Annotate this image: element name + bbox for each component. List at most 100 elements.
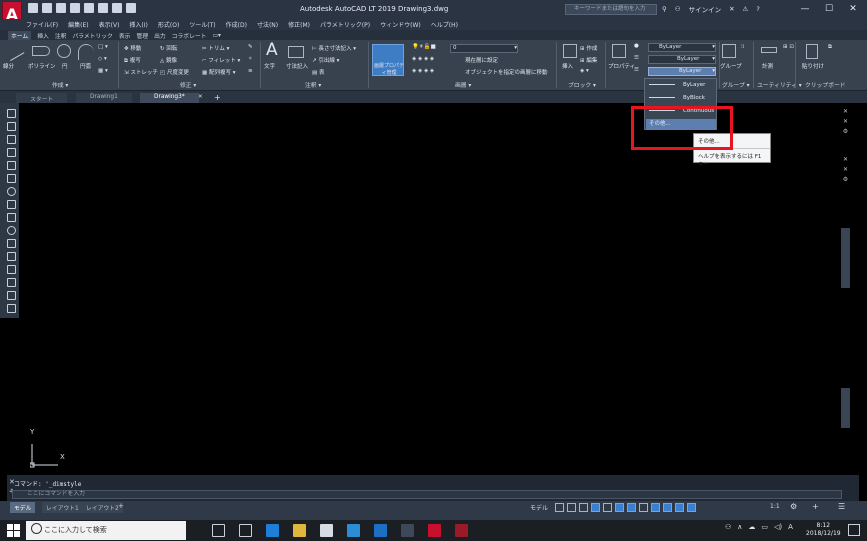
close-icon[interactable]: ✕ xyxy=(841,156,850,163)
add-layout-button[interactable]: + xyxy=(118,502,124,510)
menu-view[interactable]: 表示(V) xyxy=(99,20,120,29)
lineweight-icon[interactable]: ☰ xyxy=(634,55,639,61)
close-button[interactable]: ✕ xyxy=(841,2,865,16)
panel-title-annotation[interactable]: 注釈 ▾ xyxy=(305,80,321,89)
tab-collaborate[interactable]: コラボレート xyxy=(172,31,207,40)
windows-start-icon[interactable] xyxy=(7,524,20,537)
binoculars-icon[interactable]: ⚲ xyxy=(662,5,667,13)
close-icon[interactable]: ✕ xyxy=(841,108,850,115)
pin-icon[interactable]: ✕ xyxy=(841,118,850,125)
doc-tab-drawing1[interactable]: Drawing1 xyxy=(76,93,132,103)
scale-tool[interactable]: ◰ 尺度変更 xyxy=(160,68,189,76)
array-tool[interactable]: ▦ 配列複写 ▾ xyxy=(202,68,235,76)
model-space-button[interactable]: モデル xyxy=(530,503,548,512)
annotation-monitor-icon[interactable]: + xyxy=(812,502,819,511)
menu-parametric[interactable]: パラメトリック(P) xyxy=(320,20,370,29)
clipboard-icon[interactable] xyxy=(806,44,818,59)
region-icon[interactable] xyxy=(7,291,16,300)
annotation-scale[interactable]: 1:1 xyxy=(770,503,780,510)
dimension-icon[interactable] xyxy=(288,46,304,58)
group-tool[interactable]: グループ xyxy=(720,62,742,70)
rectangle-icon[interactable] xyxy=(7,161,16,170)
copy-clip-icon[interactable]: ⧉ xyxy=(828,44,832,51)
print-icon[interactable] xyxy=(84,3,94,13)
taskbar-clock[interactable]: 8:12 2018/12/19 xyxy=(806,522,841,538)
polyline-icon[interactable] xyxy=(32,46,50,56)
rotate-tool[interactable]: ↻ 回転 xyxy=(160,44,177,52)
match-properties-icon[interactable] xyxy=(612,44,626,58)
line-icon[interactable] xyxy=(7,109,16,118)
panel-title-block[interactable]: ブロック ▾ xyxy=(568,80,596,89)
color-dropdown[interactable]: ByLayer ▾ xyxy=(648,43,716,52)
set-current-layer-tool[interactable]: 現在層に設定 xyxy=(465,56,498,64)
construction-line-icon[interactable] xyxy=(7,122,16,131)
ribbon-minimize-icon[interactable]: ▭▾ xyxy=(212,33,220,39)
tab-manage[interactable]: 管理 xyxy=(136,31,148,40)
hatch-icon[interactable] xyxy=(7,278,16,287)
linear-dimension-tool[interactable]: ⊢ 長さ寸法記入 ▾ xyxy=(312,44,356,52)
linetype-option-byblock[interactable]: ByBlock xyxy=(646,93,716,104)
block-attribute-icon[interactable]: ◈ ▾ xyxy=(580,68,589,74)
erase-icon[interactable]: ✎ xyxy=(248,44,253,50)
text-tool[interactable]: 文字 xyxy=(264,62,275,70)
move-tool[interactable]: ✥ 移動 xyxy=(124,44,141,52)
create-block-tool[interactable]: ⊞ 作成 xyxy=(580,44,597,52)
tab-home[interactable]: ホーム xyxy=(8,31,32,40)
user-icon[interactable]: ⚇ xyxy=(675,5,681,13)
save-as-icon[interactable] xyxy=(70,3,80,13)
menu-help[interactable]: ヘルプ(H) xyxy=(431,20,458,29)
annotation-visibility-icon[interactable] xyxy=(675,503,684,512)
auto-scale-icon[interactable] xyxy=(687,503,696,512)
tab-parametric[interactable]: パラメトリック xyxy=(72,31,112,40)
new-tab-button[interactable]: + xyxy=(214,93,221,102)
tool-palette-tab[interactable] xyxy=(841,388,850,428)
text-icon[interactable]: A xyxy=(266,40,278,60)
ime-indicator[interactable]: A xyxy=(788,523,793,531)
group-icon[interactable] xyxy=(722,44,736,58)
dimension-tool[interactable]: 寸法記入 xyxy=(286,62,308,70)
layer-state-icons[interactable]: 💡☀🔓■ xyxy=(412,44,436,50)
arc-icon[interactable] xyxy=(7,174,16,183)
properties-palette-tab[interactable] xyxy=(841,228,850,288)
taskbar-search-input[interactable]: ここに入力して検索 xyxy=(26,521,186,540)
menu-modify[interactable]: 修正(M) xyxy=(288,20,310,29)
redo-icon[interactable] xyxy=(126,3,136,13)
lineweight-dropdown[interactable]: ByLayer ▾ xyxy=(648,55,716,64)
tab-view[interactable]: 表示 xyxy=(119,31,131,40)
exchange-icon[interactable]: ✕ xyxy=(729,5,734,13)
rectangle-icon[interactable]: □ ▾ xyxy=(98,44,108,50)
autocad-taskbar-icon[interactable] xyxy=(428,524,441,537)
menu-format[interactable]: 形式(O) xyxy=(158,20,179,29)
help-icon[interactable]: ? xyxy=(756,5,759,13)
ellipse-icon[interactable]: ◇ ▾ xyxy=(98,56,107,62)
customization-icon[interactable]: ☰ xyxy=(838,502,845,511)
measure-tool[interactable]: 計測 xyxy=(762,62,773,70)
make-block-icon[interactable] xyxy=(7,252,16,261)
tab-output[interactable]: 出力 xyxy=(154,31,166,40)
signin-button[interactable]: サインイン xyxy=(689,4,722,14)
tab-annotate[interactable]: 注釈 xyxy=(55,31,67,40)
polyline-tool[interactable]: ポリライン xyxy=(28,62,56,70)
transparency-icon[interactable] xyxy=(651,503,660,512)
color-wheel-icon[interactable]: ● xyxy=(634,43,639,49)
circle-icon[interactable] xyxy=(57,44,71,58)
undo-icon[interactable] xyxy=(112,3,122,13)
measure-icon[interactable] xyxy=(761,47,777,53)
arc-icon[interactable] xyxy=(78,44,94,60)
mail-icon[interactable] xyxy=(320,524,333,537)
save-icon[interactable] xyxy=(56,3,66,13)
panel-title-modify[interactable]: 修正 ▾ xyxy=(180,80,196,89)
hatch-icon[interactable]: ▦ ▾ xyxy=(98,68,108,74)
snap-icon[interactable] xyxy=(567,503,576,512)
menu-tools[interactable]: ツール(T) xyxy=(189,20,215,29)
file-explorer-icon[interactable] xyxy=(293,524,306,537)
panel-title-draw[interactable]: 作成 ▾ xyxy=(52,80,68,89)
media-icon[interactable] xyxy=(401,524,414,537)
table-tool[interactable]: ▤ 表 xyxy=(312,68,324,76)
doc-tab-drawing3[interactable]: Drawing3* xyxy=(140,93,199,103)
layout-tab-model[interactable]: モデル xyxy=(10,502,36,513)
fillet-tool[interactable]: ⌐ フィレット ▾ xyxy=(202,56,240,64)
panel-title-group[interactable]: グループ ▾ xyxy=(722,80,750,89)
volume-icon[interactable]: ◁) xyxy=(774,523,782,531)
mtext-icon[interactable] xyxy=(7,304,16,313)
